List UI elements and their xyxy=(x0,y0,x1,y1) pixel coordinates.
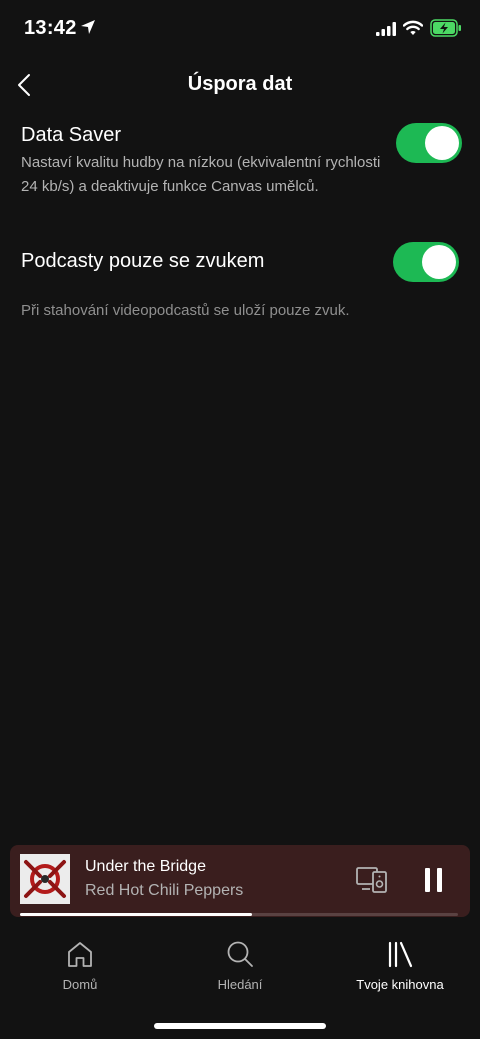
connect-devices-icon[interactable] xyxy=(356,867,388,898)
album-art xyxy=(20,854,70,904)
data-saver-toggle[interactable] xyxy=(396,123,462,163)
battery-charging-icon xyxy=(430,19,462,42)
setting-footnote: Při stahování videopodcastů se uloží pou… xyxy=(21,302,350,319)
page-title: Úspora dat xyxy=(187,73,293,95)
library-icon xyxy=(388,941,413,968)
audio-only-podcasts-toggle[interactable] xyxy=(393,242,459,282)
tab-label: Tvoje knihovna xyxy=(356,977,444,992)
location-arrow-icon xyxy=(80,19,96,40)
nav-header: Úspora dat xyxy=(0,58,480,114)
bottom-tab-bar: Domů Hledání Tvoje knihovna xyxy=(0,925,480,1039)
cellular-signal-icon xyxy=(376,22,396,41)
tab-label: Hledání xyxy=(217,977,263,992)
home-indicator xyxy=(154,1023,326,1029)
pause-icon xyxy=(425,868,442,892)
home-icon xyxy=(68,942,92,967)
wifi-icon xyxy=(402,20,424,41)
tab-library[interactable]: Tvoje knihovna xyxy=(320,939,480,992)
mini-player[interactable]: Under the Bridge Red Hot Chili Peppers xyxy=(10,845,470,917)
playback-progress-fill xyxy=(20,913,253,916)
setting-data-saver: Data Saver Nastaví kvalitu hudby na nízk… xyxy=(21,124,461,199)
track-artist: Red Hot Chili Peppers xyxy=(85,882,244,899)
status-bar: 13:42 xyxy=(0,0,480,58)
status-time: 13:42 xyxy=(24,17,77,39)
track-title: Under the Bridge xyxy=(85,858,206,875)
tab-search[interactable]: Hledání xyxy=(160,939,320,992)
setting-description: Nastaví kvalitu hudby na nízkou (ekvival… xyxy=(21,154,381,195)
setting-title: Data Saver xyxy=(21,124,122,146)
tab-label: Domů xyxy=(62,977,98,992)
pause-button[interactable] xyxy=(420,867,448,893)
search-icon xyxy=(227,941,253,967)
tab-home[interactable]: Domů xyxy=(0,939,160,992)
playback-progress-bar xyxy=(20,913,458,916)
